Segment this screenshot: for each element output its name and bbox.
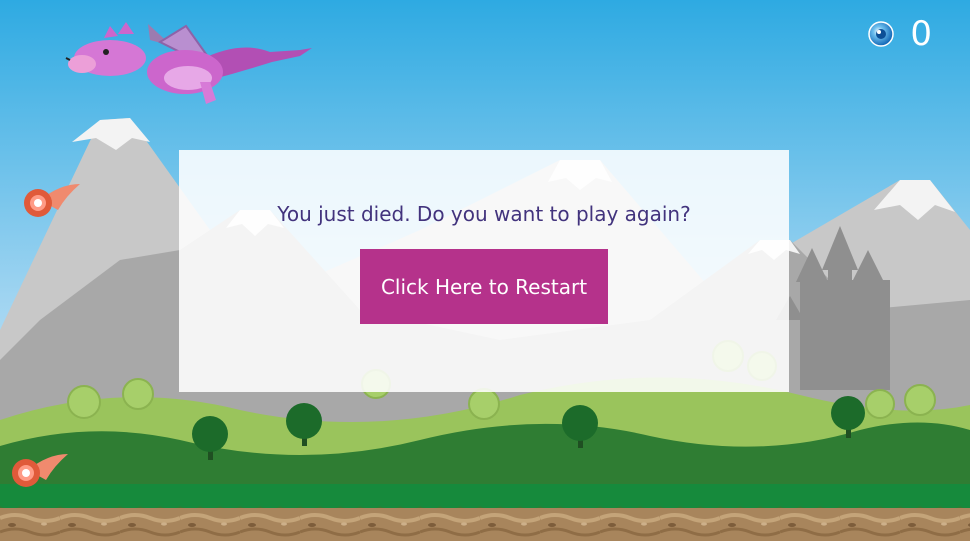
dirt-ground bbox=[0, 508, 970, 541]
blue-orb-coin-icon bbox=[868, 21, 895, 47]
score-value: 0 bbox=[910, 14, 932, 54]
grass-strip bbox=[0, 484, 970, 509]
game-stage[interactable]: 0 You just died. Do you want to play aga… bbox=[0, 0, 970, 541]
restart-button[interactable]: Click Here to Restart bbox=[360, 249, 608, 324]
score-display: 0 bbox=[868, 14, 932, 54]
game-over-dialog: You just died. Do you want to play again… bbox=[179, 150, 789, 392]
game-over-message: You just died. Do you want to play again… bbox=[277, 202, 691, 226]
